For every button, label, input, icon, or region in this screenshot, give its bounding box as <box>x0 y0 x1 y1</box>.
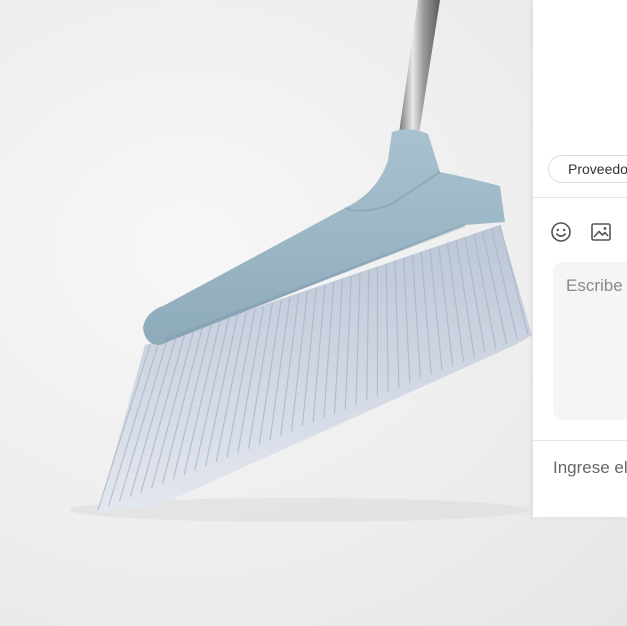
message-input[interactable]: Escribe <box>553 262 627 420</box>
broom-handle <box>398 0 440 140</box>
email-input[interactable]: Ingrese el <box>553 458 627 478</box>
smile-icon[interactable] <box>550 221 572 243</box>
chat-panel: Proveedo Escribe Ingrese el <box>533 0 627 517</box>
divider <box>533 440 627 441</box>
divider <box>533 197 627 198</box>
page: Proveedo Escribe Ingrese el <box>0 0 627 626</box>
image-icon[interactable] <box>590 221 612 243</box>
supplier-chip[interactable]: Proveedo <box>548 155 627 183</box>
